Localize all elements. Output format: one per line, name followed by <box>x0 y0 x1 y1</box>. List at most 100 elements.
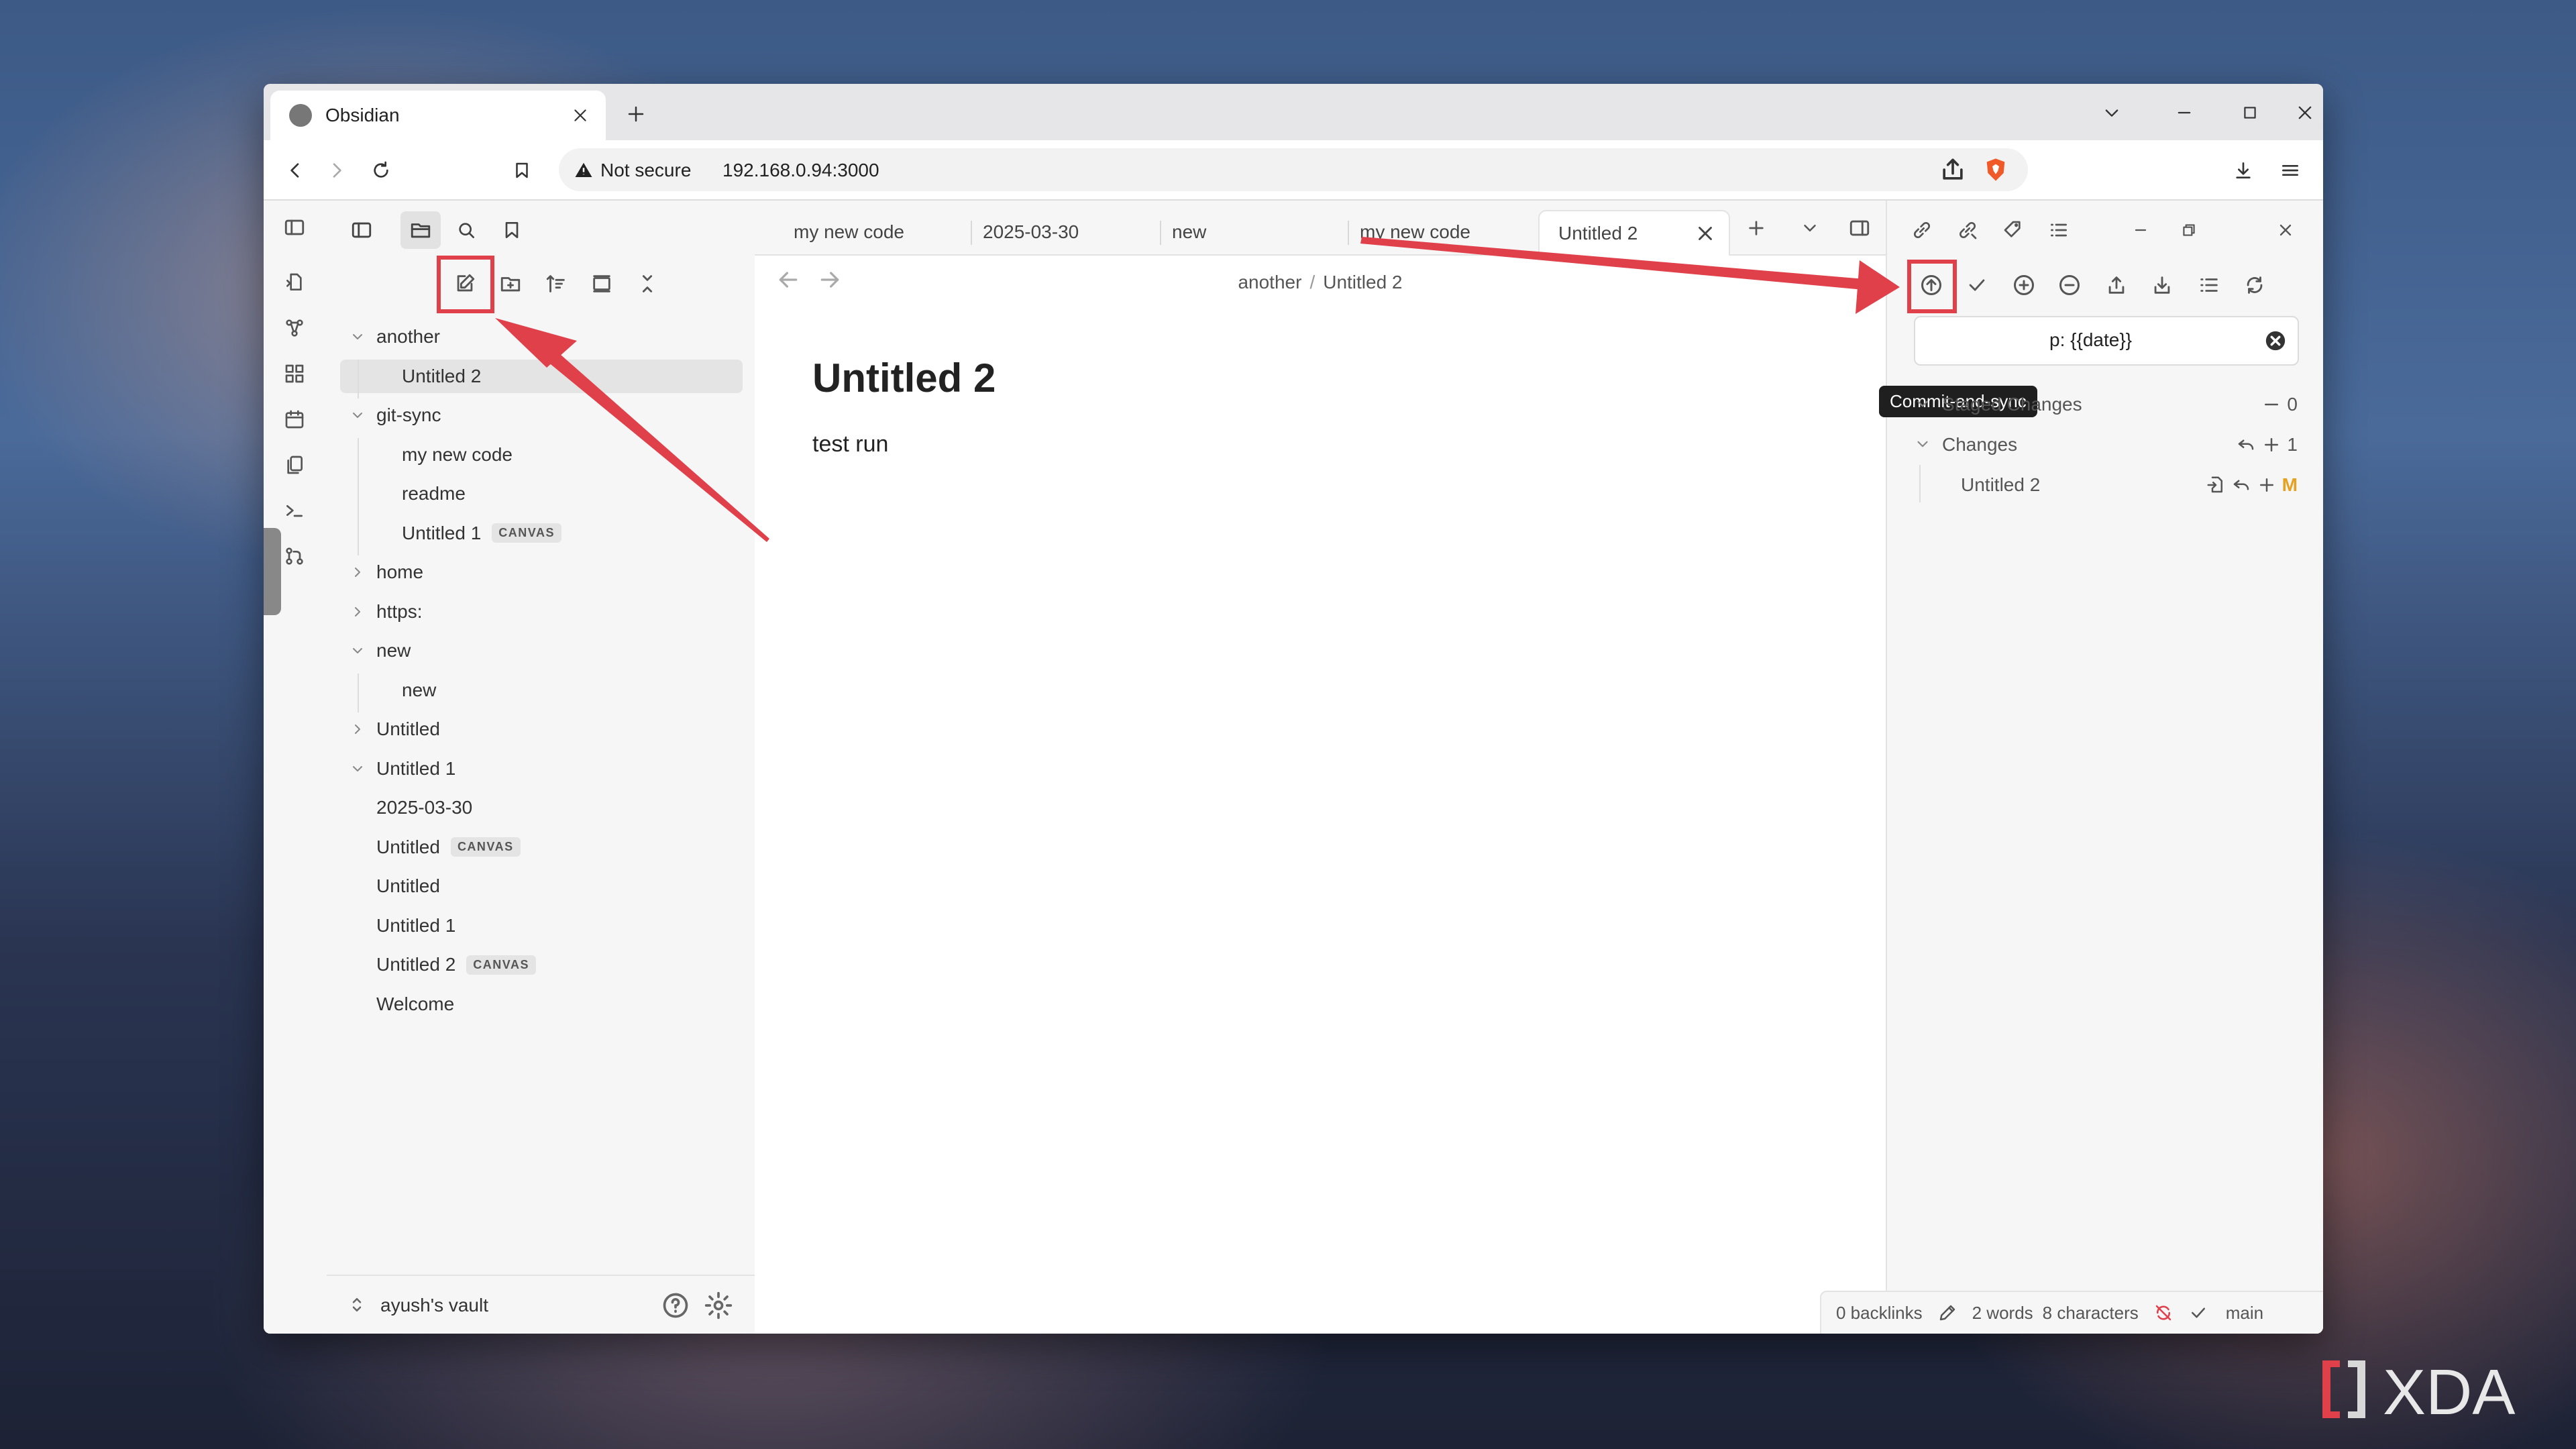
minimize-button[interactable] <box>2167 96 2201 129</box>
note-body[interactable]: test run <box>812 431 888 458</box>
close-tab-icon[interactable] <box>1694 222 1717 245</box>
search-icon[interactable] <box>446 211 486 249</box>
unstage-minus-icon[interactable] <box>2261 394 2282 415</box>
tree-folder[interactable]: Untitled 1 <box>340 752 743 786</box>
breadcrumb-folder[interactable]: another <box>1238 272 1301 292</box>
staged-changes-section[interactable]: Staged Changes 0 <box>1907 387 2298 421</box>
vault-name[interactable]: ayush's vault <box>380 1295 488 1316</box>
commit-check-icon[interactable] <box>1960 268 1994 303</box>
tab-new[interactable]: new <box>1153 210 1314 254</box>
changes-section[interactable]: Changes 1 <box>1907 427 2298 461</box>
panel-restore-icon[interactable] <box>2171 213 2206 248</box>
pull-download-icon[interactable] <box>2145 268 2180 303</box>
new-folder-button[interactable] <box>492 265 529 303</box>
tree-file[interactable]: 2025-03-30 <box>340 791 743 824</box>
bookmark-icon[interactable] <box>505 154 539 187</box>
stage-plus-icon[interactable] <box>2261 435 2282 455</box>
tab-untitled-2[interactable]: Untitled 2 <box>1538 210 1730 256</box>
brave-shield-icon[interactable] <box>1982 156 2009 183</box>
menu-icon[interactable] <box>2273 154 2307 187</box>
url-text[interactable]: 192.168.0.94:3000 <box>722 160 879 181</box>
tab-search-chevron-icon[interactable] <box>2095 96 2129 129</box>
editing-mode-pencil-icon[interactable] <box>1937 1303 1957 1323</box>
tree-file[interactable]: Untitled CANVAS <box>340 830 743 864</box>
tree-folder[interactable]: new <box>340 634 743 667</box>
open-quick-switcher-icon[interactable] <box>280 268 309 297</box>
outgoing-links-icon[interactable] <box>1950 213 1985 248</box>
back-button[interactable] <box>278 154 312 187</box>
forward-button[interactable] <box>320 154 354 187</box>
tree-folder[interactable]: Untitled <box>340 712 743 746</box>
security-label[interactable]: Not secure <box>600 160 691 181</box>
clear-message-icon[interactable] <box>2264 329 2287 352</box>
sort-order-button[interactable] <box>537 265 575 303</box>
tree-file[interactable]: Untitled <box>340 869 743 903</box>
discard-undo-icon[interactable] <box>2236 435 2256 455</box>
settings-gear-icon[interactable] <box>704 1291 733 1320</box>
chevron-down-icon[interactable] <box>350 407 366 423</box>
toggle-sidebar-icon[interactable] <box>280 213 309 242</box>
collapse-all-button[interactable] <box>629 265 666 303</box>
sync-disabled-icon[interactable] <box>2153 1303 2174 1323</box>
tab-2025-03-30[interactable]: 2025-03-30 <box>964 210 1125 254</box>
tree-file[interactable]: Welcome <box>340 987 743 1021</box>
changed-file-row[interactable]: Untitled 2 M <box>1947 468 2298 501</box>
refresh-icon[interactable] <box>2237 268 2272 303</box>
backlinks-icon[interactable] <box>1904 213 1939 248</box>
tree-folder[interactable]: another <box>340 320 743 354</box>
toggle-right-sidebar-icon[interactable] <box>1843 211 1876 245</box>
new-tab-button[interactable] <box>619 97 653 131</box>
files-tab-folder-icon[interactable] <box>400 211 441 249</box>
tree-folder[interactable]: https: <box>340 595 743 629</box>
panel-minimize-icon[interactable] <box>2123 213 2158 248</box>
chevron-right-icon[interactable] <box>350 564 366 580</box>
address-bar[interactable]: Not secure 192.168.0.94:3000 <box>559 148 2028 191</box>
share-icon[interactable] <box>1938 155 1968 184</box>
tree-file[interactable]: my new code <box>340 438 743 472</box>
unstage-all-minus-icon[interactable] <box>2052 268 2087 303</box>
maximize-button[interactable] <box>2233 96 2267 129</box>
backlinks-count[interactable]: 0 backlinks <box>1836 1303 1923 1324</box>
downloads-icon[interactable] <box>2226 154 2260 187</box>
reload-button[interactable] <box>364 154 398 187</box>
push-upload-icon[interactable] <box>2099 268 2134 303</box>
tab-my-new-code[interactable]: my new code <box>775 210 936 254</box>
templates-icon[interactable] <box>280 450 309 480</box>
chevron-down-icon[interactable] <box>350 761 366 777</box>
tree-file[interactable]: Untitled 2 <box>340 359 743 393</box>
tree-file[interactable]: Untitled 2 CANVAS <box>340 948 743 981</box>
bookmarks-icon[interactable] <box>492 211 532 249</box>
tree-folder[interactable]: home <box>340 555 743 589</box>
source-control-icon[interactable] <box>280 541 309 571</box>
stage-all-plus-icon[interactable] <box>2006 268 2041 303</box>
vault-switch-chevron-icon[interactable] <box>347 1293 367 1316</box>
tab-my-new-code-2[interactable]: my new code <box>1341 210 1502 254</box>
close-window-button[interactable] <box>2288 96 2322 129</box>
tab-list-chevron-icon[interactable] <box>1793 211 1827 245</box>
breadcrumb-file[interactable]: Untitled 2 <box>1323 272 1402 292</box>
calendar-icon[interactable] <box>280 405 309 434</box>
toggle-left-sidebar-icon[interactable] <box>341 211 382 249</box>
tags-icon[interactable] <box>1996 213 2031 248</box>
browser-tab[interactable]: Obsidian <box>270 91 606 140</box>
tree-folder[interactable]: git-sync <box>340 398 743 432</box>
git-branch-name[interactable]: main <box>2226 1303 2263 1324</box>
chevron-down-icon[interactable] <box>350 643 366 659</box>
stage-plus-icon[interactable] <box>2257 475 2277 495</box>
tree-file[interactable]: new <box>340 674 743 707</box>
tree-file[interactable]: Untitled 1 <box>340 909 743 943</box>
change-layout-list-icon[interactable] <box>2192 268 2226 303</box>
sidebar-collapse-handle[interactable] <box>264 528 281 615</box>
canvas-icon[interactable] <box>280 359 309 388</box>
discard-undo-icon[interactable] <box>2231 475 2251 495</box>
graph-view-icon[interactable] <box>280 313 309 343</box>
panel-close-icon[interactable] <box>2268 213 2303 248</box>
help-icon[interactable] <box>661 1291 690 1320</box>
tree-file[interactable]: Untitled 1 CANVAS <box>340 517 743 550</box>
auto-reveal-button[interactable] <box>583 265 621 303</box>
changed-file-name[interactable]: Untitled 2 <box>1961 474 2040 496</box>
chevron-right-icon[interactable] <box>350 604 366 620</box>
open-file-icon[interactable] <box>2206 475 2226 495</box>
close-tab-icon[interactable] <box>567 102 594 129</box>
git-status-check-icon[interactable] <box>2188 1303 2208 1323</box>
